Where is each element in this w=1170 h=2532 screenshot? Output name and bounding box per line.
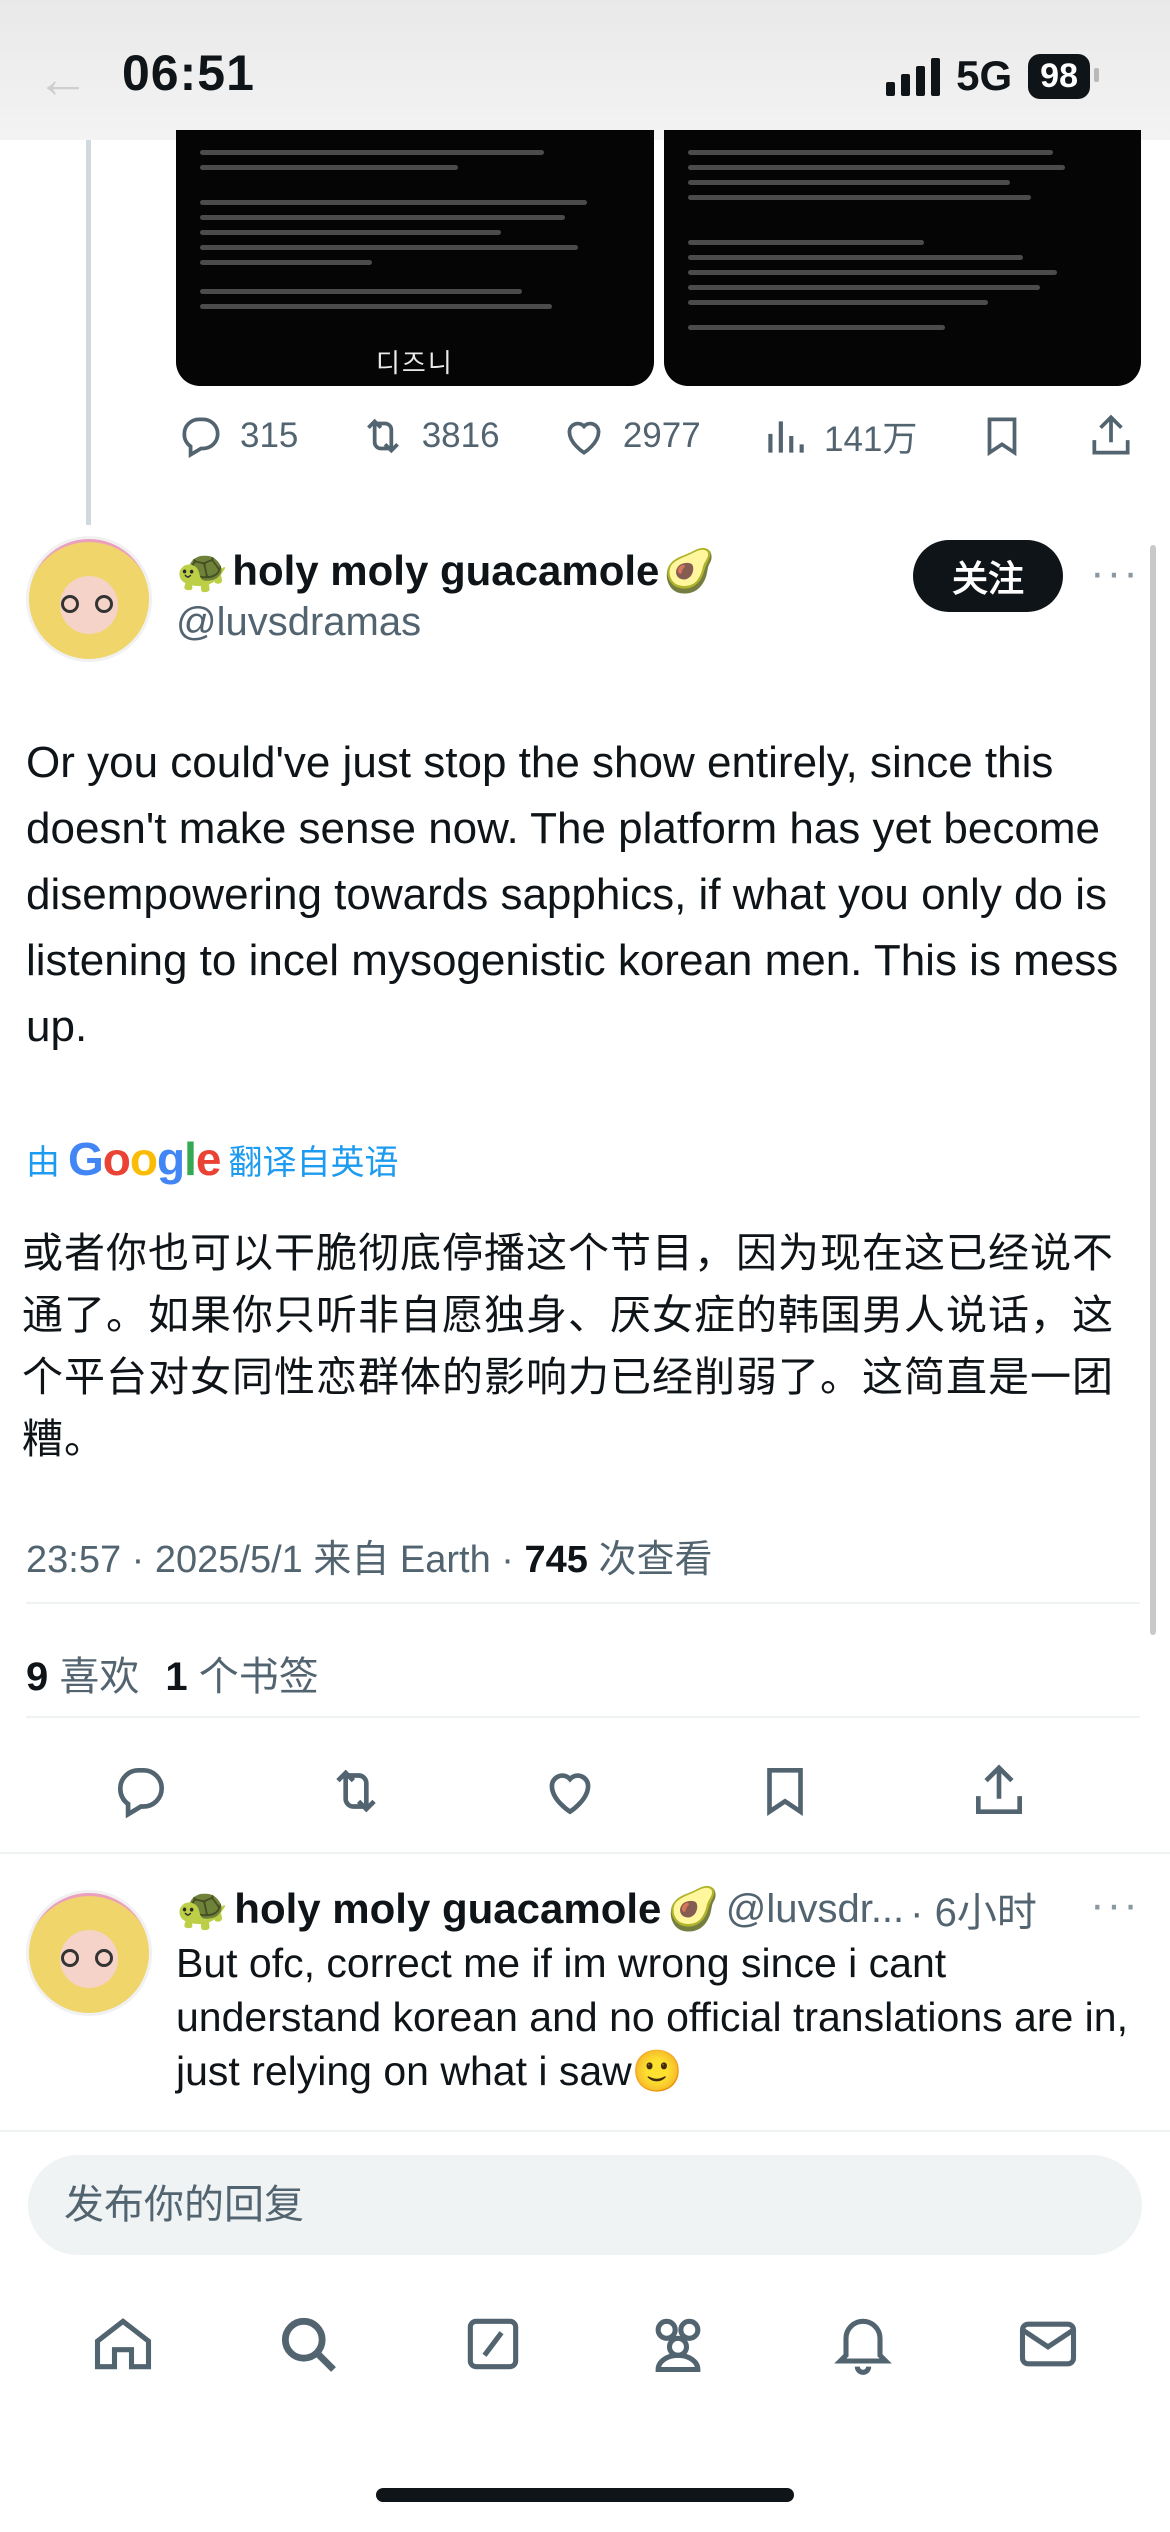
status-time: 06:51	[122, 45, 255, 101]
reply-avatar[interactable]	[26, 1890, 152, 2016]
reply-count: 315	[240, 416, 299, 455]
likes-stat[interactable]: 9 喜欢	[26, 1644, 139, 1702]
repost-icon[interactable]	[325, 1760, 387, 1822]
like-button[interactable]: 2977	[559, 411, 701, 461]
media-image-2[interactable]	[663, 130, 1141, 386]
avocado-emoji: 🥑	[667, 1884, 720, 1933]
author-name-row[interactable]: 🐢 holy moly guacamole 🥑	[176, 546, 716, 596]
reply-button[interactable]: 315	[176, 411, 298, 461]
display-name: holy moly guacamole	[232, 547, 660, 594]
divider	[26, 1602, 1140, 1604]
bookmark-icon	[987, 417, 1017, 457]
views-icon	[768, 421, 804, 453]
status-bar: ← 06:51 5G 98	[0, 0, 1170, 140]
turtle-emoji: 🐢	[176, 546, 229, 595]
views-count: 141万	[824, 419, 918, 459]
home-icon[interactable]	[89, 2310, 157, 2378]
repost-button[interactable]: 3816	[358, 411, 500, 461]
reply-handle: @luvsdr...	[725, 1886, 905, 1931]
bookmarks-stat[interactable]: 1 个书签	[165, 1644, 318, 1702]
tweet-action-bar	[110, 1760, 1030, 1822]
repost-icon	[366, 418, 399, 454]
reply-time: · 6小时	[910, 1891, 1037, 1935]
signal-icon	[886, 56, 941, 96]
grok-icon[interactable]	[459, 2310, 527, 2378]
views-button[interactable]: 141万	[760, 411, 917, 462]
tweet-time[interactable]: 23:57	[26, 1539, 121, 1581]
translation-attribution[interactable]: 由 Google 翻译自英语	[26, 1132, 398, 1186]
avocado-emoji: 🥑	[663, 546, 716, 595]
heart-icon	[567, 421, 601, 455]
status-indicators: 5G 98	[886, 52, 1099, 100]
reply-header[interactable]: 🐢 holy moly guacamole 🥑 @luvsdr... · 6小时	[176, 1880, 1037, 1938]
media-image-1[interactable]: 디즈니	[176, 130, 654, 386]
tweet-meta: 23:57 · 2025/5/1 来自 Earth · 745 次查看	[26, 1539, 713, 1581]
bookmark-button[interactable]	[977, 411, 1027, 461]
turtle-emoji: 🐢	[176, 1884, 229, 1933]
follow-button[interactable]: 关注	[913, 540, 1063, 612]
communities-icon[interactable]	[644, 2310, 712, 2378]
search-icon[interactable]	[274, 2310, 342, 2378]
tweet-stats: 9 喜欢 1 个书签	[26, 1644, 319, 1702]
reply-icon[interactable]	[110, 1760, 172, 1822]
reply-icon	[182, 417, 220, 459]
battery-icon: 98	[1028, 53, 1099, 99]
tab-bar	[0, 2310, 1170, 2378]
bookmark-icon[interactable]	[754, 1760, 816, 1822]
reply-input[interactable]	[28, 2155, 1142, 2255]
share-icon	[1092, 414, 1130, 455]
messages-icon[interactable]	[1014, 2310, 1082, 2378]
share-icon[interactable]	[968, 1760, 1030, 1822]
translate-prefix: 由	[26, 1143, 60, 1182]
avatar[interactable]	[26, 536, 152, 662]
share-button[interactable]	[1086, 411, 1136, 461]
previous-tweet-actions: 315 3816 2977 141万	[176, 406, 1136, 466]
home-indicator	[376, 2488, 794, 2502]
heart-icon[interactable]	[539, 1760, 601, 1822]
previous-tweet-media[interactable]: 디즈니	[176, 130, 1141, 386]
more-options-icon[interactable]: ···	[1090, 548, 1140, 598]
repost-count: 3816	[421, 416, 500, 455]
translated-text: 或者你也可以干脆彻底停播这个节目，因为现在这已经说不通了。如果你只听非自愿独身、…	[22, 1229, 1114, 1463]
media-logo: 디즈니	[376, 348, 454, 378]
divider	[26, 1716, 1140, 1718]
reply-text: But ofc, correct me if im wrong since i …	[176, 1940, 1128, 2094]
views-label: 次查看	[598, 1539, 713, 1581]
translate-suffix: 翻译自英语	[228, 1143, 399, 1182]
reply-display-name: holy moly guacamole	[234, 1885, 662, 1932]
author-handle[interactable]: @luvsdramas	[176, 600, 421, 645]
view-count: 745	[524, 1539, 588, 1581]
scrollbar[interactable]	[1150, 545, 1156, 1635]
tweet-text: Or you could've just stop the show entir…	[26, 738, 1119, 1051]
network-type: 5G	[956, 52, 1013, 99]
divider	[0, 1852, 1170, 1854]
more-options-icon[interactable]: ···	[1090, 1880, 1140, 1930]
tweet-date[interactable]: 2025/5/1	[155, 1539, 303, 1581]
google-logo: Google	[68, 1133, 221, 1185]
like-count: 2977	[622, 416, 701, 455]
notifications-icon[interactable]	[829, 2310, 897, 2378]
back-arrow-icon[interactable]: ←	[36, 48, 90, 110]
tweet-source: 来自 Earth	[313, 1539, 491, 1581]
thread-line	[86, 140, 91, 525]
